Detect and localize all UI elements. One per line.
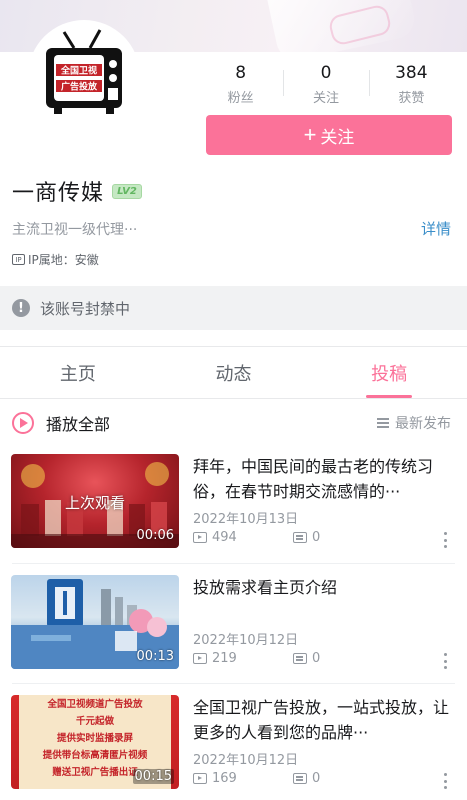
avatar-text-2: 广告投放 [61,81,98,93]
video-date: 2022年10月13日 [193,512,299,527]
stat-following[interactable]: 0 关注 [283,62,368,106]
poster-line: 提供带台标高清匿片视频 [42,750,148,761]
danmaku-count: 0 [312,651,321,666]
play-count-icon [193,773,207,784]
video-item[interactable]: 全国卫视频道广告投放 千元起做 提供实时监播录屏 提供带台标高清匿片视频 赠送卫… [0,695,467,800]
level-badge: LV2 [112,183,143,199]
video-duration: 00:13 [136,649,174,664]
more-options-icon[interactable] [443,773,447,789]
profile-stats: 8 粉丝 0 关注 384 获赞 [198,62,454,106]
video-meta: 169 0 [193,771,455,786]
tab-home[interactable]: 主页 [0,347,156,398]
danmaku-count: 0 [312,530,321,545]
video-meta: 494 0 [193,530,455,545]
channel-name: 一商传媒 [12,181,105,206]
warning-icon: ! [12,299,30,317]
view-count: 169 [212,771,237,786]
divider [12,683,455,684]
video-item[interactable]: 上次观看 00:06 拜年，中国民间的最古老的传统习俗，在春节时期交流感情的··… [0,454,467,566]
divider [12,563,455,564]
stat-value: 384 [395,63,428,83]
video-meta: 219 0 [193,651,455,666]
video-title[interactable]: 投放需求看主页介绍 [193,575,455,600]
video-item[interactable]: 00:13 投放需求看主页介绍 2022年10月12日 219 0 [0,575,467,687]
profile-tabs: 主页 动态 投稿 [0,346,467,399]
stat-label: 粉丝 [227,91,254,106]
list-header: 播放全部 最新发布 [0,404,467,442]
danmaku-count: 0 [312,771,321,786]
stat-likes[interactable]: 384 获赞 [368,62,454,106]
poster-line: 全国卫视频道广告投放 [47,699,143,710]
ip-icon: IP [12,254,25,265]
play-all-icon[interactable] [12,412,34,434]
stat-fans[interactable]: 8 粉丝 [198,62,283,106]
video-date: 2022年10月12日 [193,753,299,768]
last-watched-overlay: 上次观看 [64,494,125,512]
play-all-button[interactable]: 播放全部 [46,411,110,435]
poster-line: 千元起做 [75,716,114,727]
video-duration: 00:06 [136,528,174,543]
danmaku-icon [293,653,307,664]
play-count-icon [193,532,207,543]
avatar[interactable]: 全国卫视 广告投放 [28,20,140,132]
video-duration: 00:15 [132,769,174,784]
danmaku-icon [293,773,307,784]
video-thumbnail[interactable]: 00:13 [11,575,179,669]
follow-button-label: 关注 [320,127,355,147]
stat-label: 关注 [312,91,339,106]
stat-value: 8 [235,63,247,83]
tab-uploads[interactable]: 投稿 [311,347,467,398]
view-count: 219 [212,651,237,666]
video-thumbnail[interactable]: 全国卫视频道广告投放 千元起做 提供实时监播录屏 提供带台标高清匿片视频 赠送卫… [11,695,179,789]
poster-line: 提供实时监播录屏 [56,733,133,744]
follow-button[interactable]: + 关注 [206,115,452,155]
tv-logo-icon: 全国卫视 广告投放 [46,29,122,114]
banned-notice: ! 该账号封禁中 [0,286,467,330]
ip-location: IP IP属地：安徽 [12,251,99,268]
stat-value: 0 [320,63,332,83]
sort-label: 最新发布 [395,416,451,432]
plus-icon: + [303,122,317,147]
play-count-icon [193,653,207,664]
more-options-icon[interactable] [443,532,447,548]
sort-button[interactable]: 最新发布 [377,413,451,433]
view-count: 494 [212,530,237,545]
banned-notice-text: 该账号封禁中 [40,299,131,318]
video-title[interactable]: 全国卫视广告投放，一站式投放，让更多的人看到您的品牌··· [193,695,455,745]
ip-location-text: IP属地：安徽 [28,253,99,267]
video-date: 2022年10月12日 [193,633,299,648]
stat-label: 获赞 [398,91,425,106]
sort-icon [377,418,389,428]
detail-link[interactable]: 详情 [421,218,451,239]
avatar-text-1: 全国卫视 [60,65,97,77]
danmaku-icon [293,532,307,543]
video-title[interactable]: 拜年，中国民间的最古老的传统习俗，在春节时期交流感情的··· [193,454,455,504]
video-thumbnail[interactable]: 上次观看 00:06 [11,454,179,548]
more-options-icon[interactable] [443,653,447,669]
name-row: 一商传媒 LV2 [12,175,143,207]
tab-dynamic[interactable]: 动态 [156,347,312,398]
channel-bio: 主流卫视一级代理··· [12,222,138,238]
